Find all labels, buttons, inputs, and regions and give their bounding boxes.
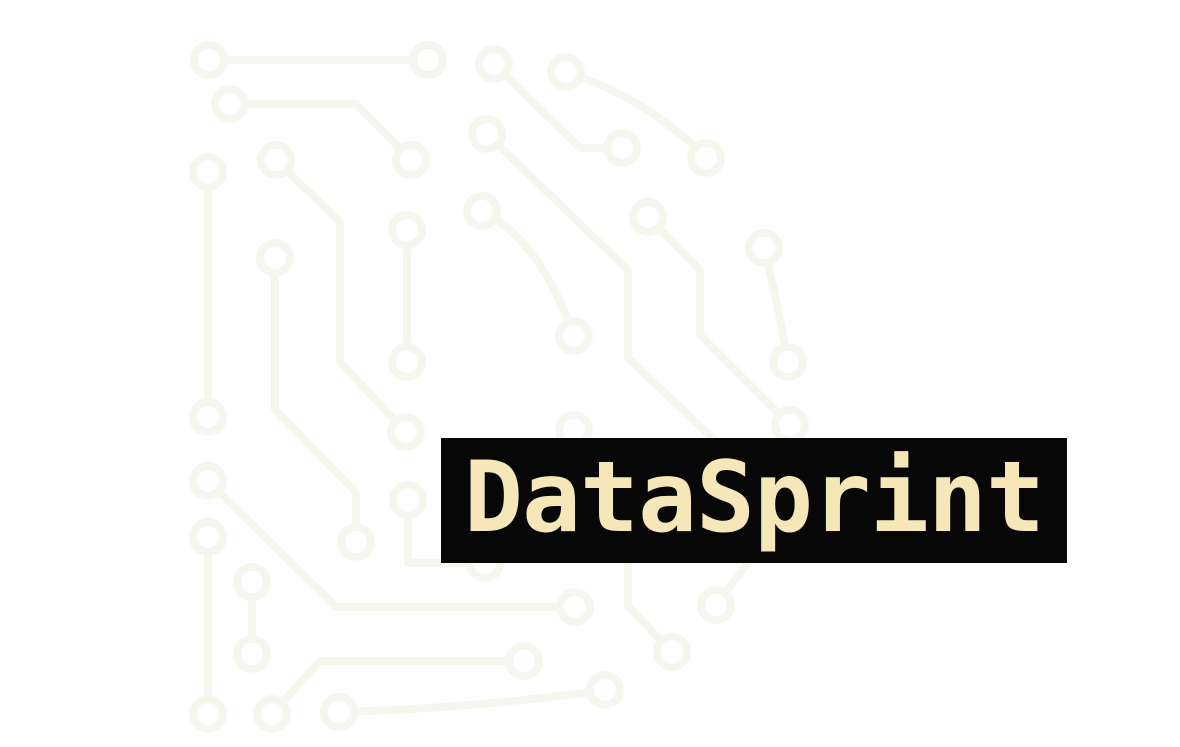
logo-canvas: DataSprint	[0, 0, 1180, 747]
brand-name: DataSprint	[463, 440, 1045, 555]
circuit-nodes	[189, 41, 809, 733]
circuit-board-graphic	[189, 41, 809, 733]
brand-name-box: DataSprint	[441, 438, 1067, 563]
